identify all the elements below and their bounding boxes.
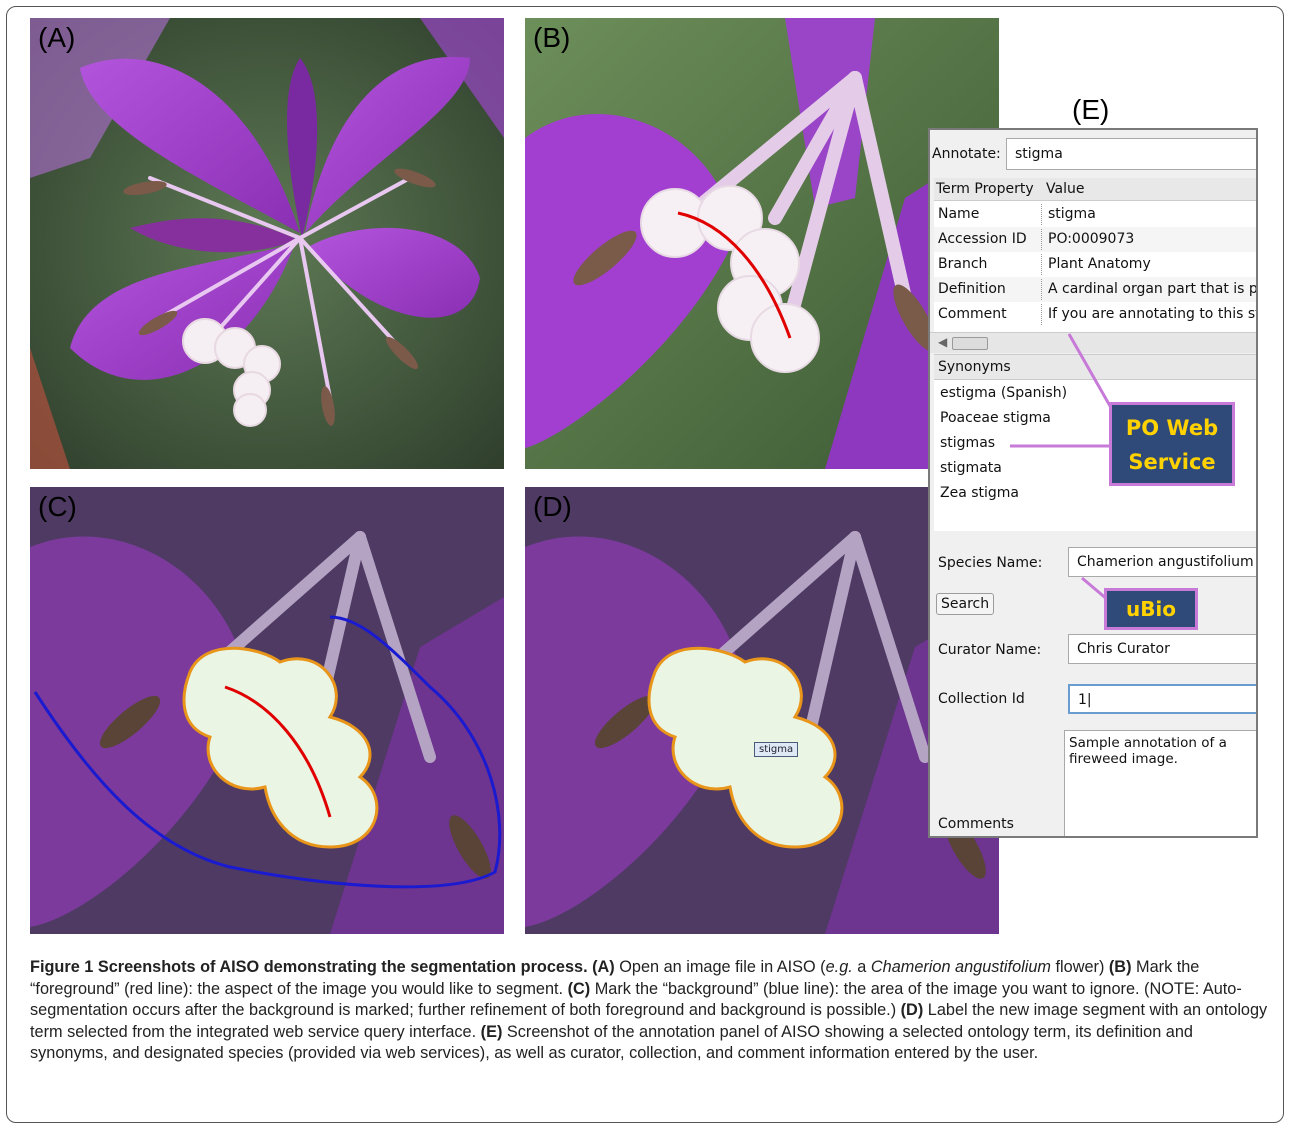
figure-caption: Figure 1 Screenshots of AISO demonstrati… xyxy=(30,958,1268,1062)
po-web-service-callout: PO Web Service xyxy=(1109,402,1235,486)
caption-title: Figure 1 Screenshots of AISO demonstrati… xyxy=(30,958,588,976)
ubio-callout: uBio xyxy=(1104,588,1198,630)
